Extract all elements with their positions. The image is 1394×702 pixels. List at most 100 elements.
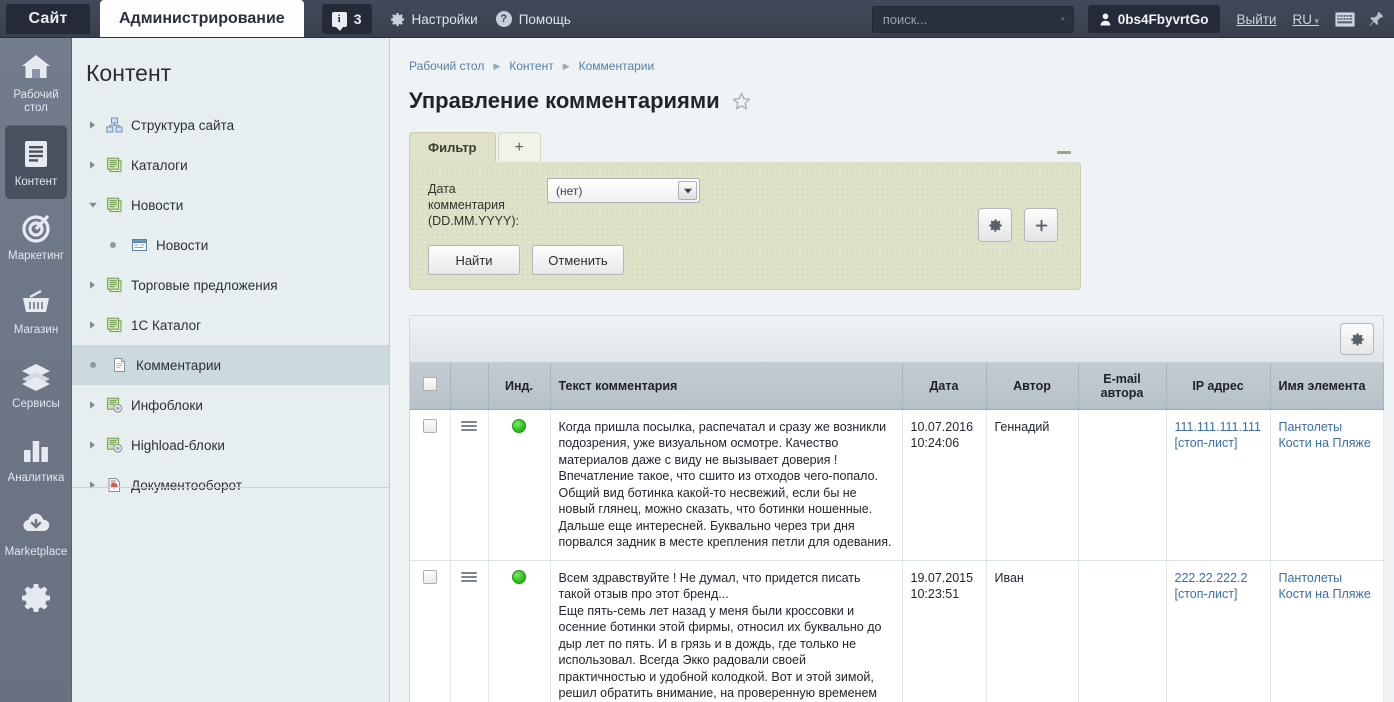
settings-label: Настройки <box>411 11 478 27</box>
filter-settings-button[interactable] <box>978 208 1012 242</box>
admin-tab[interactable]: Администрирование <box>100 0 304 38</box>
column-ind[interactable]: Инд. <box>488 363 551 410</box>
column-date[interactable]: Дата <box>902 363 987 410</box>
breadcrumb-item-2[interactable]: Комментарии <box>579 59 655 73</box>
search-input[interactable] <box>880 10 1061 28</box>
chevron-right-icon[interactable] <box>88 480 98 490</box>
column-select-all[interactable] <box>410 363 451 410</box>
tree-item-workflow[interactable]: Документооборот <box>72 465 389 505</box>
select-all-checkbox[interactable] <box>422 377 437 392</box>
column-ip[interactable]: IP адрес <box>1166 363 1271 410</box>
grid-settings-button[interactable] <box>1340 323 1374 355</box>
column-email[interactable]: E-mail автора <box>1078 363 1167 410</box>
keyboard-icon[interactable] <box>1335 11 1355 27</box>
tab-filter[interactable]: Фильтр <box>409 132 496 162</box>
pin-icon[interactable] <box>1369 11 1384 28</box>
chevron-right-icon[interactable] <box>88 120 98 130</box>
rail-item-analytics[interactable]: Аналитика <box>0 421 72 495</box>
comments-table: Инд. Текст комментария Дата Автор E-mail… <box>410 363 1384 702</box>
table-row[interactable]: Всем здравствуйте ! Не думал, что придет… <box>410 560 1384 702</box>
row-date: 10.07.2016 <box>910 419 974 434</box>
row-ip-stoplist-link[interactable]: [стоп-лист] <box>1175 435 1262 452</box>
row-element-cell: Пантолеты Кости на Пляже <box>1270 409 1384 561</box>
row-ip-link[interactable]: 111.111.111.111 <box>1175 419 1262 436</box>
main-content: Рабочий стол ▶ Контент ▶ Комментарии Упр… <box>390 38 1394 702</box>
rail-item-marketing[interactable]: Маркетинг <box>0 199 72 273</box>
column-element[interactable]: Имя элемента <box>1270 363 1384 410</box>
cancel-filter-button[interactable]: Отменить <box>532 245 624 275</box>
rail-item-content[interactable]: Контент <box>5 125 67 199</box>
filter-field-row: Дата комментария (DD.MM.YYYY): (нет) <box>428 178 1066 229</box>
row-select-cell[interactable] <box>410 560 451 702</box>
page-title-row: Управление комментариями <box>390 73 1394 114</box>
breadcrumb-item-1[interactable]: Контент <box>509 59 553 73</box>
row-ip-stoplist-link[interactable]: [стоп-лист] <box>1175 586 1262 603</box>
tree-item-label: Документооборот <box>131 477 242 493</box>
settings-gear-icon <box>22 584 50 612</box>
chevron-right-icon[interactable] <box>88 320 98 330</box>
settings-link[interactable]: Настройки <box>390 0 478 38</box>
tree-item-trade-offers[interactable]: Торговые предложения <box>72 265 389 305</box>
language-switcher[interactable]: RU <box>1292 12 1319 27</box>
rail-item-marketplace[interactable]: Marketplace <box>0 495 72 569</box>
row-menu-icon[interactable] <box>461 570 477 584</box>
tree-item-1c-catalog[interactable]: 1С Каталог <box>72 305 389 345</box>
star-outline-icon[interactable] <box>732 92 751 111</box>
row-menu-cell[interactable] <box>450 560 489 702</box>
search-box[interactable] <box>871 5 1074 33</box>
tree-item-comments[interactable]: Комментарии <box>72 345 389 385</box>
row-menu-icon[interactable] <box>461 419 477 433</box>
row-select-cell[interactable] <box>410 409 451 561</box>
chevron-right-icon[interactable] <box>88 440 98 450</box>
rail-label: Marketplace <box>4 546 68 558</box>
bullet-icon <box>110 242 116 248</box>
row-indicator-cell <box>488 409 551 561</box>
table-header-row: Инд. Текст комментария Дата Автор E-mail… <box>410 363 1384 410</box>
row-element-link[interactable]: Пантолеты Кости на Пляже <box>1279 571 1371 602</box>
comment-date-select[interactable]: (нет) <box>547 178 700 203</box>
chevron-right-icon[interactable] <box>88 280 98 290</box>
rail-item-shop[interactable]: Магазин <box>0 273 72 347</box>
row-time: 10:23:51 <box>910 587 960 601</box>
tree-item-news-child[interactable]: Новости <box>72 225 389 265</box>
tab-add-filter[interactable]: + <box>497 132 541 162</box>
rail-item-services[interactable]: Сервисы <box>0 347 72 421</box>
row-element-link[interactable]: Пантолеты Кости на Пляже <box>1279 420 1371 451</box>
row-ip-cell: 111.111.111.111 [стоп-лист] <box>1166 409 1271 561</box>
find-button[interactable]: Найти <box>428 245 520 275</box>
breadcrumb-item-0[interactable]: Рабочий стол <box>409 59 484 73</box>
user-menu-button[interactable]: 0bs4FbyvrtGo <box>1087 5 1221 33</box>
tree-item-news[interactable]: Новости <box>72 185 389 225</box>
row-time: 10:24:06 <box>910 436 960 450</box>
site-button[interactable]: Сайт <box>6 4 90 34</box>
column-author[interactable]: Автор <box>986 363 1079 410</box>
column-text[interactable]: Текст комментария <box>550 363 903 410</box>
row-date: 19.07.2015 <box>910 570 974 585</box>
row-author-cell: Иван <box>986 560 1079 702</box>
breadcrumb-separator-icon: ▶ <box>493 60 501 71</box>
help-link[interactable]: ? Помощь <box>495 0 571 38</box>
row-element-cell: Пантолеты Кости на Пляже <box>1270 560 1384 702</box>
chevron-down-icon[interactable] <box>678 181 697 200</box>
table-row[interactable]: Когда пришла посылка, распечатал и сразу… <box>410 409 1384 561</box>
info-badge-icon: i <box>331 11 347 31</box>
row-checkbox[interactable] <box>422 418 437 433</box>
search-icon[interactable] <box>1061 12 1065 26</box>
notifications-button[interactable]: i 3 <box>321 4 372 34</box>
row-checkbox[interactable] <box>422 569 437 584</box>
filter-add-button[interactable] <box>1024 208 1058 242</box>
cloud-download-icon <box>23 513 50 531</box>
chevron-right-icon[interactable] <box>88 160 98 170</box>
minimize-icon[interactable] <box>1057 151 1071 154</box>
row-menu-cell[interactable] <box>450 409 489 561</box>
chevron-down-icon[interactable] <box>88 200 98 210</box>
logout-link[interactable]: Выйти <box>1236 12 1276 27</box>
chevron-right-icon[interactable] <box>88 400 98 410</box>
tree-item-catalogs[interactable]: Каталоги <box>72 145 389 185</box>
row-ip-link[interactable]: 222.22.222.2 <box>1175 570 1262 587</box>
tree-item-infoblocks[interactable]: Инфоблоки <box>72 385 389 425</box>
tree-item-site-structure[interactable]: Структура сайта <box>72 105 389 145</box>
rail-item-settings[interactable] <box>0 569 72 630</box>
rail-item-desktop[interactable]: Рабочий стол <box>0 38 72 125</box>
tree-item-highload-blocks[interactable]: Highload-блоки <box>72 425 389 465</box>
